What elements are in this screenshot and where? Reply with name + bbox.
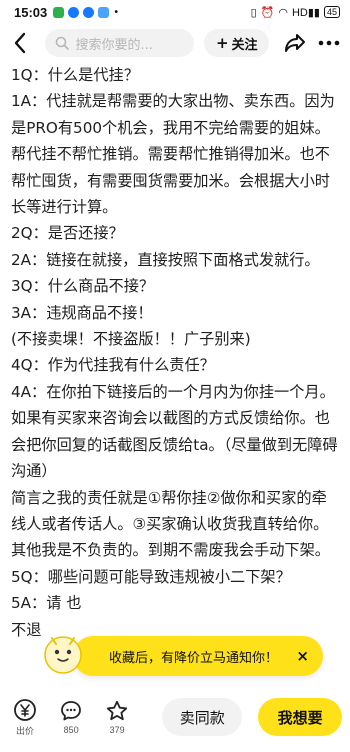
more-button[interactable] bbox=[317, 28, 342, 58]
faq-4a-summary: 简言之我的责任就是①帮你挂②做你和买家的牵线人或者传话人。③买家确认收货我直转给… bbox=[11, 488, 330, 560]
close-icon[interactable]: × bbox=[296, 647, 309, 665]
faq-3a: 3A：违规商品不接！ bbox=[11, 303, 153, 322]
notification-app-icon bbox=[98, 6, 110, 18]
favorite-toast[interactable]: 收藏后，有降价立马通知你！ × bbox=[73, 636, 323, 676]
faq-4q: 4Q：作为代挂我有什么责任？ bbox=[11, 356, 215, 375]
yen-icon bbox=[14, 698, 36, 721]
notification-dot-icon: • bbox=[113, 6, 120, 18]
follow-label: 关注 bbox=[231, 37, 258, 53]
chevron-left-icon bbox=[14, 32, 25, 54]
wifi-icon: ◠ bbox=[278, 6, 288, 19]
vibrate-icon: ▯ bbox=[250, 6, 257, 19]
make-offer-button[interactable]: 出价 bbox=[6, 698, 44, 737]
make-offer-label: 出价 bbox=[16, 725, 35, 736]
favorite-button[interactable]: 379 bbox=[98, 699, 136, 735]
follow-button[interactable]: + 关注 bbox=[204, 29, 270, 57]
faq-1q: 1Q：什么是代挂？ bbox=[11, 66, 139, 84]
faq-2q: 2Q：是否还接？ bbox=[11, 224, 124, 243]
status-bar: 15:03 • ▯ ⏰ ◠ HD▮▮ 45 bbox=[0, 0, 350, 24]
comment-button[interactable]: 850 bbox=[52, 699, 90, 735]
search-icon bbox=[56, 36, 70, 50]
faq-2a: 2A：链接在就接，直接按照下面格式发就行。 bbox=[11, 250, 320, 269]
more-dots-icon bbox=[318, 40, 340, 46]
faq-3q: 3Q：什么商品不接？ bbox=[11, 277, 155, 296]
battery-icon: 45 bbox=[323, 6, 340, 18]
sell-same-button[interactable]: 卖同款 bbox=[162, 698, 243, 736]
favorite-count: 379 bbox=[109, 725, 125, 735]
toast-message: 收藏后，有降价立马通知你！ bbox=[109, 650, 279, 666]
search-input[interactable]: 搜索你要的... bbox=[45, 29, 195, 57]
status-time: 15:03 bbox=[14, 4, 48, 20]
faq-5q: 5Q：哪些问题可能导致违规被小二下架？ bbox=[11, 567, 291, 586]
item-description: 1Q：什么是代挂？ 1A：代挂就是帮需要的大家出物、卖东西。因为是PRO有500… bbox=[11, 62, 339, 643]
comment-icon bbox=[61, 701, 82, 721]
signal-icon: HD▮▮ bbox=[291, 6, 320, 19]
comment-count: 850 bbox=[63, 725, 79, 735]
faq-3a-note: (不接卖堁！不接盗版！！广子别来) bbox=[11, 330, 251, 349]
plus-icon: + bbox=[215, 34, 229, 52]
status-indicators: ▯ ⏰ ◠ HD▮▮ 45 bbox=[251, 6, 340, 19]
qq-app-icon bbox=[83, 6, 95, 18]
bottom-action-bar: 出价 850 379 卖同款 我想要 bbox=[0, 682, 350, 752]
mascot-icon bbox=[44, 636, 82, 674]
share-icon bbox=[284, 34, 305, 52]
faq-5a: 5A：请 也 bbox=[11, 594, 82, 613]
back-button[interactable] bbox=[8, 28, 31, 58]
want-button[interactable]: 我想要 bbox=[258, 698, 342, 736]
top-nav-bar: 搜索你要的... + 关注 bbox=[0, 26, 350, 60]
faq-1a: 1A：代挂就是帮需要的大家出物、卖东西。因为是PRO有500个机会，我用不完给需… bbox=[11, 92, 335, 217]
alarm-icon: ⏰ bbox=[260, 6, 275, 19]
messenger-app-icon bbox=[68, 6, 80, 18]
wechat-app-icon bbox=[53, 6, 65, 18]
share-button[interactable] bbox=[283, 28, 306, 58]
faq-4a: 4A：在你拍下链接后的一个月内为你挂一个月。如果有买家来咨询会以截图的方式反馈给… bbox=[11, 382, 338, 481]
star-icon bbox=[107, 700, 128, 721]
search-placeholder: 搜索你要的... bbox=[75, 37, 153, 53]
